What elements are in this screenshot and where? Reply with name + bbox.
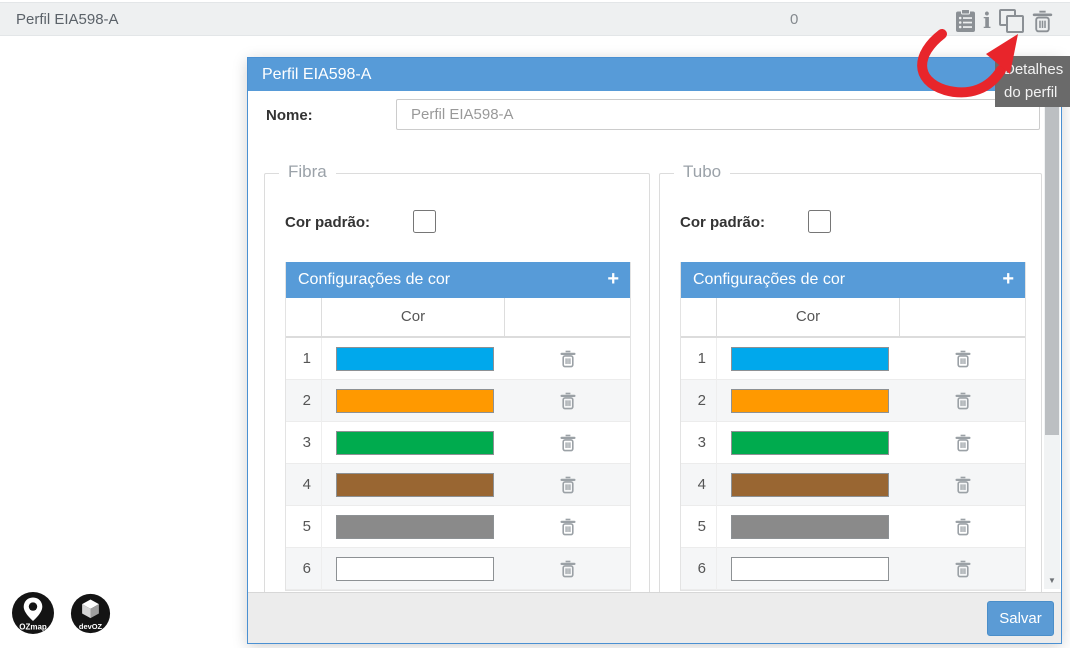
color-config-panel: Configurações de cor + Cor 1 2 3 4 5 6 <box>680 262 1026 591</box>
trash-icon[interactable] <box>1032 10 1053 33</box>
fieldset-fibra: Fibra Cor padrão: Configurações de cor +… <box>264 162 650 593</box>
default-color-checkbox[interactable] <box>413 210 436 233</box>
tooltip-line: Detalhes <box>1004 61 1064 78</box>
color-swatch[interactable] <box>731 389 889 413</box>
fieldset-tubo: Tubo Cor padrão: Configurações de cor + … <box>659 162 1042 593</box>
color-swatch[interactable] <box>731 515 889 539</box>
color-swatch[interactable] <box>731 347 889 371</box>
panel-heading: Configurações de cor + <box>286 262 630 298</box>
row-number: 6 <box>681 548 717 590</box>
tooltip-detalhes-do-perfil: Detalhes do perfil <box>995 56 1070 107</box>
color-column-header: Cor <box>322 298 505 336</box>
fieldset-legend: Tubo <box>674 162 731 182</box>
modal-body: Nome: Fibra Cor padrão: Configurações de… <box>248 91 1061 593</box>
table-row: 2 <box>286 380 630 422</box>
add-color-button[interactable]: + <box>1002 262 1014 296</box>
table-row: 1 <box>286 338 630 380</box>
row-number: 5 <box>681 506 717 548</box>
default-color-label: Cor padrão: <box>680 214 766 231</box>
row-number: 5 <box>286 506 322 548</box>
delete-row-icon[interactable] <box>552 347 584 371</box>
row-number: 1 <box>681 338 717 380</box>
color-swatch[interactable] <box>731 473 889 497</box>
color-swatch[interactable] <box>336 347 494 371</box>
fieldset-legend: Fibra <box>279 162 336 182</box>
number-column-header <box>681 298 717 336</box>
color-swatch[interactable] <box>731 557 889 581</box>
default-color-label: Cor padrão: <box>285 214 371 231</box>
color-swatch[interactable] <box>336 431 494 455</box>
table-body: 1 2 3 4 5 6 <box>286 338 630 590</box>
duplicate-icon[interactable] <box>998 8 1025 34</box>
table-row: 3 <box>286 422 630 464</box>
tasks-icon[interactable] <box>955 9 976 33</box>
scrollbar-down-arrow[interactable]: ▼ <box>1044 576 1060 585</box>
table-row: 5 <box>286 506 630 548</box>
table-header-row: Cor <box>286 298 630 338</box>
table-row: 3 <box>681 422 1025 464</box>
profile-details-modal: Perfil EIA598-A Nome: Fibra Cor padrão: … <box>247 57 1062 644</box>
table-row: 4 <box>681 464 1025 506</box>
table-row: 2 <box>681 380 1025 422</box>
name-label: Nome: <box>266 107 313 124</box>
delete-row-icon[interactable] <box>552 389 584 413</box>
color-config-panel: Configurações de cor + Cor 1 2 3 4 5 6 <box>285 262 631 591</box>
save-button[interactable]: Salvar <box>987 601 1054 636</box>
delete-row-icon[interactable] <box>947 347 979 371</box>
row-number: 6 <box>286 548 322 590</box>
profile-name: Perfil EIA598-A <box>16 11 119 28</box>
devoz-logo: devOZ <box>70 593 111 633</box>
delete-row-icon[interactable] <box>552 557 584 581</box>
delete-row-icon[interactable] <box>947 557 979 581</box>
table-row: 4 <box>286 464 630 506</box>
info-icon[interactable]: i <box>983 10 991 32</box>
color-swatch[interactable] <box>731 431 889 455</box>
color-column-header: Cor <box>717 298 900 336</box>
table-body: 1 2 3 4 5 6 <box>681 338 1025 590</box>
color-swatch[interactable] <box>336 515 494 539</box>
delete-row-icon[interactable] <box>552 473 584 497</box>
delete-row-icon[interactable] <box>552 431 584 455</box>
delete-row-icon[interactable] <box>947 515 979 539</box>
color-swatch[interactable] <box>336 557 494 581</box>
modal-scrollbar[interactable]: ▼ <box>1044 97 1060 589</box>
screen: Perfil EIA598-A 0 i Detalhes do perfil P… <box>0 0 1070 648</box>
row-number: 4 <box>681 464 717 506</box>
row-number: 2 <box>286 380 322 422</box>
table-row: 5 <box>681 506 1025 548</box>
name-input[interactable] <box>396 99 1040 130</box>
table-header-row: Cor <box>681 298 1025 338</box>
profile-list-row[interactable]: Perfil EIA598-A 0 i <box>0 2 1070 36</box>
color-swatch[interactable] <box>336 389 494 413</box>
add-color-button[interactable]: + <box>607 262 619 296</box>
panel-title: Configurações de cor <box>693 271 846 288</box>
panel-title: Configurações de cor <box>298 271 451 288</box>
delete-row-icon[interactable] <box>552 515 584 539</box>
delete-row-icon[interactable] <box>947 431 979 455</box>
row-number: 4 <box>286 464 322 506</box>
number-column-header <box>286 298 322 336</box>
modal-footer: Salvar <box>248 592 1061 643</box>
modal-title: Perfil EIA598-A <box>248 58 1061 91</box>
row-actions: i <box>955 8 1053 34</box>
ozmap-logo: OZmap <box>12 592 54 634</box>
default-color-checkbox[interactable] <box>808 210 831 233</box>
profile-count: 0 <box>790 11 799 28</box>
color-swatch[interactable] <box>336 473 494 497</box>
row-number: 2 <box>681 380 717 422</box>
logo-area: OZmap devOZ <box>11 591 111 635</box>
svg-text:OZmap: OZmap <box>19 623 47 632</box>
delete-row-icon[interactable] <box>947 389 979 413</box>
table-row: 6 <box>681 548 1025 590</box>
table-row: 6 <box>286 548 630 590</box>
table-row: 1 <box>681 338 1025 380</box>
row-number: 3 <box>681 422 717 464</box>
row-number: 1 <box>286 338 322 380</box>
row-number: 3 <box>286 422 322 464</box>
panel-heading: Configurações de cor + <box>681 262 1025 298</box>
svg-text:devOZ: devOZ <box>79 621 103 630</box>
tooltip-line: do perfil <box>1004 84 1058 101</box>
scrollbar-thumb[interactable] <box>1045 101 1059 435</box>
delete-row-icon[interactable] <box>947 473 979 497</box>
